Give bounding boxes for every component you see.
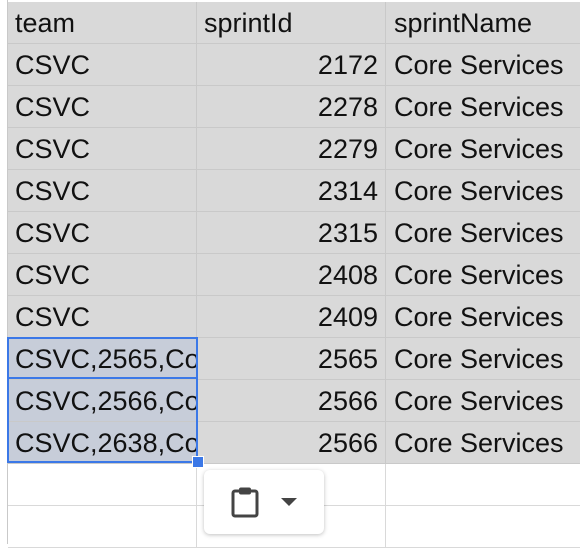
header-row: team sprintId sprintName [0, 2, 580, 44]
header-cell-team[interactable]: team [8, 2, 197, 44]
sprint-name-cell[interactable]: Core Services [386, 254, 580, 296]
team-cell[interactable]: CSVC [8, 296, 197, 338]
sprint-id-cell[interactable]: 2314 [197, 170, 386, 212]
spreadsheet-grid[interactable]: team sprintId sprintName CSVC 2172 Core … [0, 0, 580, 548]
caret-down-icon[interactable] [281, 497, 297, 507]
team-cell[interactable]: CSVC [8, 170, 197, 212]
sprint-name-cell[interactable]: Core Services [386, 422, 580, 464]
sprint-id-cell[interactable]: 2315 [197, 212, 386, 254]
sprint-id-cell[interactable]: 2566 [197, 380, 386, 422]
team-cell[interactable]: CSVC [8, 128, 197, 170]
sprint-id-cell[interactable]: 2279 [197, 128, 386, 170]
sprint-name-cell[interactable]: Core Services [386, 170, 580, 212]
sprint-name-cell[interactable]: Core Services [386, 296, 580, 338]
sprint-id-cell[interactable]: 2566 [197, 422, 386, 464]
sprint-name-cell[interactable]: Core Services [386, 212, 580, 254]
team-cell[interactable]: CSVC [8, 254, 197, 296]
sprint-name-cell[interactable]: Core Services [386, 338, 580, 380]
table-row: CSVC 2278 Core Services [0, 86, 580, 128]
empty-cell[interactable] [386, 464, 580, 506]
table-row: CSVC,2566,Co 2566 Core Services [0, 380, 580, 422]
table-row: CSVC,2565,Co 2565 Core Services [0, 338, 580, 380]
fill-handle[interactable] [192, 456, 204, 468]
table-row: CSVC 2172 Core Services [0, 44, 580, 86]
header-cell-sprint-id[interactable]: sprintId [197, 2, 386, 44]
sprint-name-cell[interactable]: Core Services [386, 44, 580, 86]
header-cell-sprint-name[interactable]: sprintName [386, 2, 580, 44]
empty-cell[interactable] [386, 506, 580, 548]
team-cell-selected[interactable]: CSVC,2566,Co [8, 380, 197, 422]
paste-options-button[interactable] [204, 470, 324, 534]
sprint-name-cell[interactable]: Core Services [386, 86, 580, 128]
table-row: CSVC,2638,Co 2566 Core Services [0, 422, 580, 464]
team-cell-selected[interactable]: CSVC,2638,Co [8, 422, 197, 464]
sprint-id-cell[interactable]: 2408 [197, 254, 386, 296]
table-row: CSVC 2409 Core Services [0, 296, 580, 338]
sprint-id-cell[interactable]: 2565 [197, 338, 386, 380]
table-row: CSVC 2314 Core Services [0, 170, 580, 212]
sprint-name-cell[interactable]: Core Services [386, 380, 580, 422]
empty-cell[interactable] [8, 506, 197, 548]
clipboard-icon [231, 487, 259, 518]
table-row: CSVC 2315 Core Services [0, 212, 580, 254]
team-cell-active[interactable]: CSVC,2565,Co [8, 338, 197, 380]
team-cell[interactable]: CSVC [8, 44, 197, 86]
sprint-id-cell[interactable]: 2409 [197, 296, 386, 338]
team-cell[interactable]: CSVC [8, 86, 197, 128]
sprint-id-cell[interactable]: 2278 [197, 86, 386, 128]
table-row: CSVC 2408 Core Services [0, 254, 580, 296]
team-cell[interactable]: CSVC [8, 212, 197, 254]
table-row: CSVC 2279 Core Services [0, 128, 580, 170]
sprint-name-cell[interactable]: Core Services [386, 128, 580, 170]
empty-cell[interactable] [8, 464, 197, 506]
sprint-id-cell[interactable]: 2172 [197, 44, 386, 86]
